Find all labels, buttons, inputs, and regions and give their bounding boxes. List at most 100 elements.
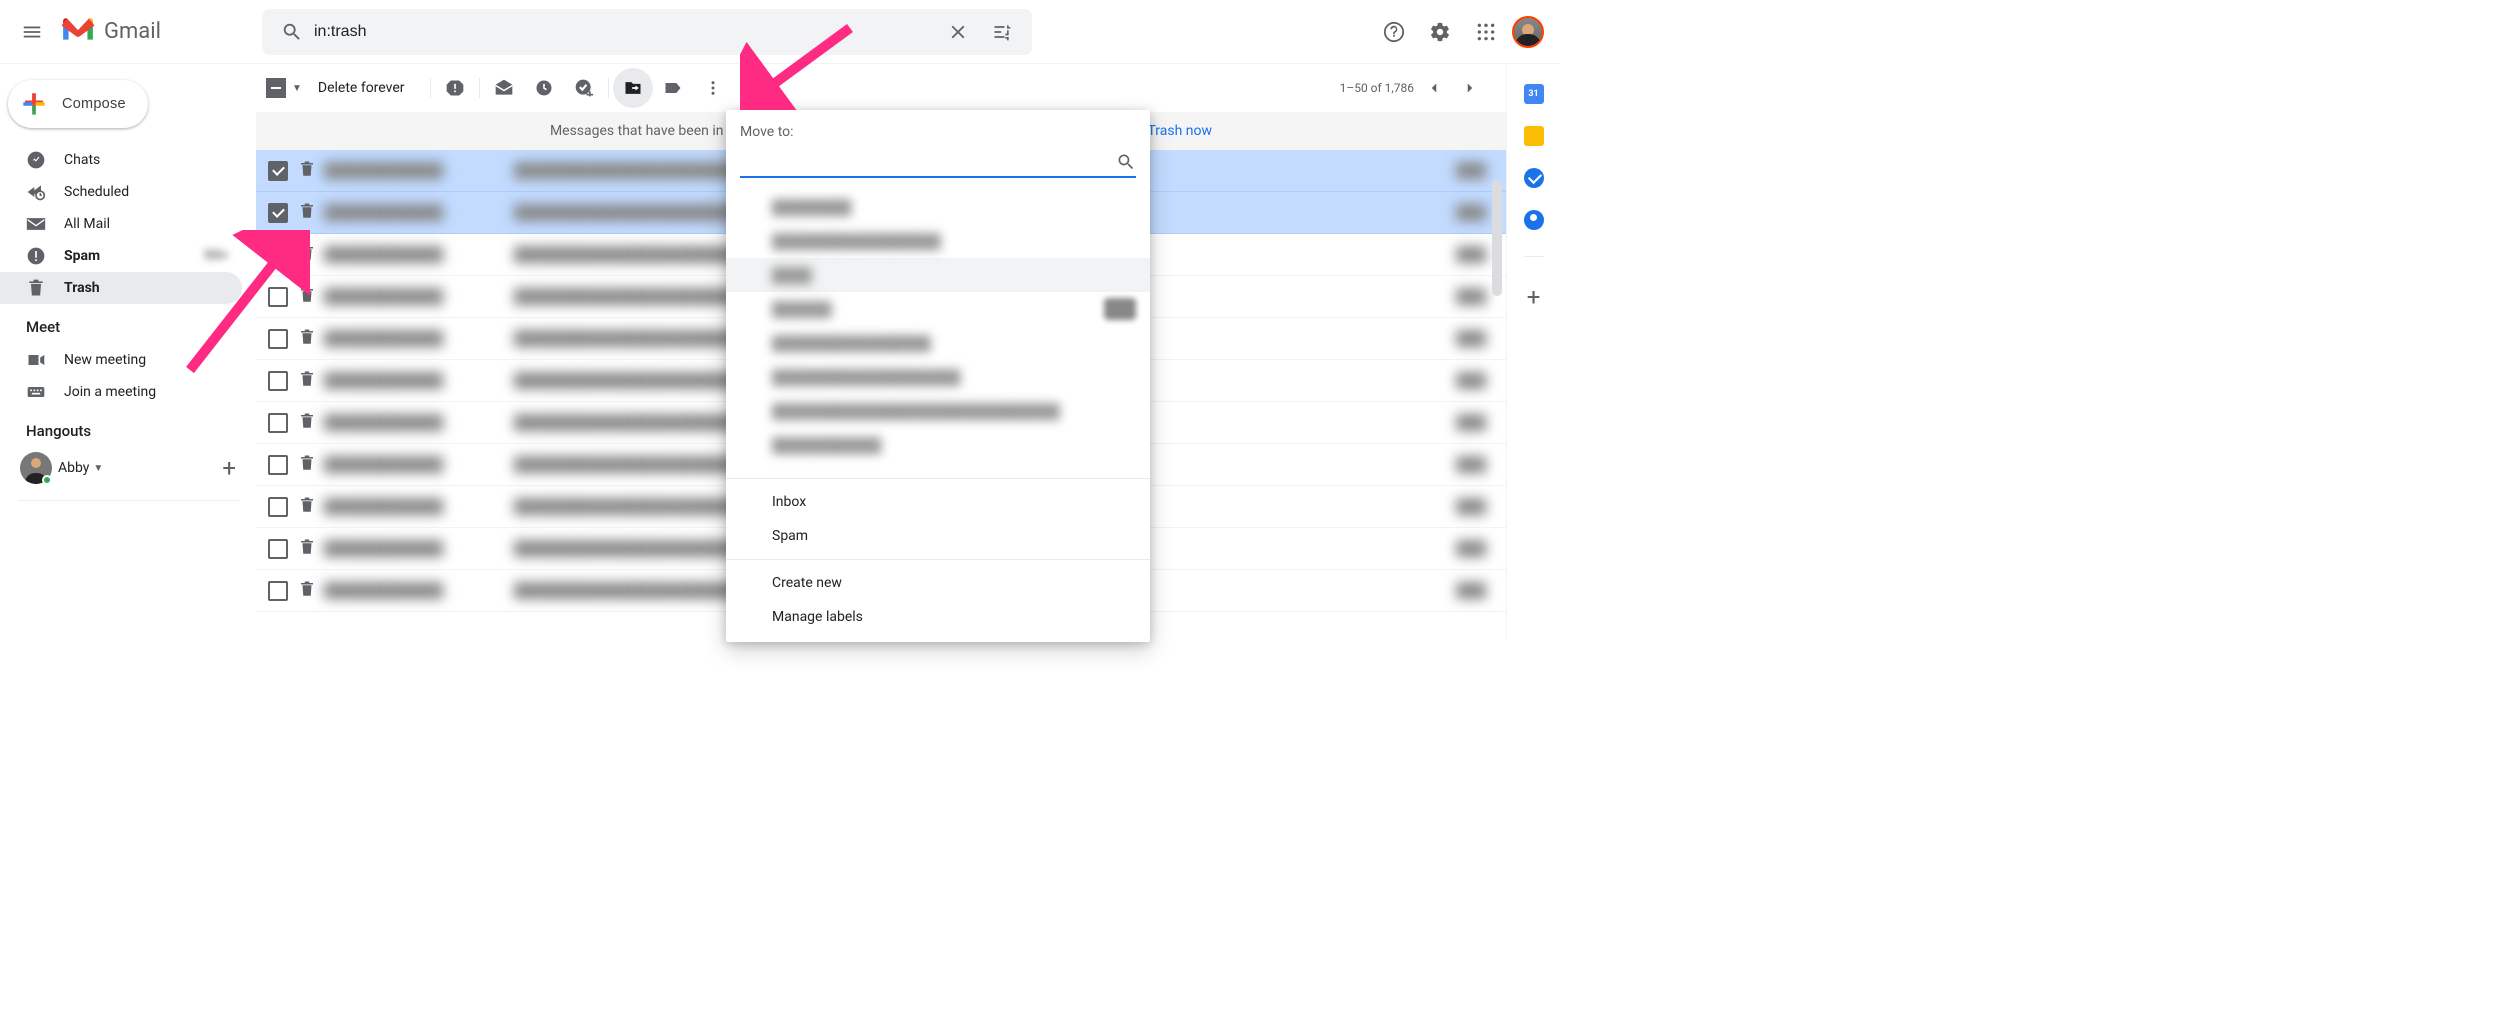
calendar-addon-icon[interactable] [1524,84,1544,104]
sidebar-label: New meeting [64,352,146,368]
search-clear-icon[interactable] [936,10,980,54]
sidebar-item-newmeeting[interactable]: New meeting [0,344,242,376]
page-prev-button[interactable] [1418,72,1450,104]
popup-create-new[interactable]: Create new [726,566,1150,600]
popup-manage-labels[interactable]: Manage labels [726,600,1150,634]
popup-label-item[interactable]: ██████ [726,292,1150,326]
labels-icon[interactable] [653,68,693,108]
row-checkbox[interactable] [268,245,288,265]
select-all-checkbox[interactable]: ▼ [266,78,302,98]
popup-spam[interactable]: Spam [726,519,1150,553]
search-options-icon[interactable] [980,10,1024,54]
delete-forever-button[interactable]: Delete forever [318,80,405,96]
popup-inbox[interactable]: Inbox [726,485,1150,519]
sidebar-item-chats[interactable]: Chats [0,144,242,176]
new-hangout-button[interactable]: + [222,454,236,482]
meet-section-title: Meet [0,304,256,344]
trash-icon [298,454,316,476]
more-icon[interactable] [693,68,733,108]
row-checkbox[interactable] [268,539,288,559]
trash-icon [298,370,316,392]
search-input[interactable] [314,23,936,41]
settings-icon[interactable] [1420,12,1460,52]
add-to-tasks-icon[interactable] [564,68,604,108]
sidebar-label: All Mail [64,216,110,232]
row-checkbox[interactable] [268,497,288,517]
popup-search[interactable] [740,148,1136,178]
popup-search-input[interactable] [740,154,1116,170]
caret-down-icon[interactable]: ▼ [93,463,103,474]
sidebar-item-scheduled[interactable]: Scheduled [0,176,242,208]
sidebar-item-spam[interactable]: Spam 99+ [0,240,242,272]
search-bar[interactable] [262,9,1032,55]
sidebar-item-trash[interactable]: Trash [0,272,242,304]
row-sender: ████████████ [324,204,514,221]
trash-icon [298,496,316,518]
row-checkbox[interactable] [268,371,288,391]
chats-icon [26,150,46,170]
row-sender: ████████████ [324,162,514,179]
popup-label-item[interactable]: ███████████ [726,428,1150,462]
popup-label-item[interactable]: ████ [726,258,1150,292]
keyboard-icon [26,382,46,402]
move-to-popup: Move to: ████████ █████████████████ ████… [726,110,1150,642]
row-checkbox[interactable] [268,413,288,433]
trash-icon [298,160,316,182]
search-icon[interactable] [270,10,314,54]
keep-addon-icon[interactable] [1524,126,1544,146]
row-checkbox[interactable] [268,581,288,601]
move-to-icon[interactable] [613,68,653,108]
apps-icon[interactable] [1466,12,1506,52]
empty-trash-link[interactable]: Trash now [1147,123,1212,139]
popup-title: Move to: [726,110,1150,148]
row-date: ███ [1450,414,1506,431]
popup-label-item[interactable]: ████████████████ [726,326,1150,360]
popup-label-item[interactable]: █████████████████████████████ [726,394,1150,428]
get-addons-button[interactable]: + [1527,283,1541,311]
row-sender: ████████████ [324,582,514,599]
row-sender: ████████████ [324,414,514,431]
banner-text: Messages that have been in [550,123,724,139]
row-sender: ████████████ [324,288,514,305]
trash-icon [298,244,316,266]
account-avatar[interactable] [1512,16,1544,48]
pagination: 1–50 of 1,786 [1340,72,1486,104]
row-sender: ████████████ [324,456,514,473]
mark-read-icon[interactable] [484,68,524,108]
row-date: ███ [1450,330,1506,347]
row-sender: ████████████ [324,246,514,263]
contacts-addon-icon[interactable] [1524,210,1544,230]
trash-icon [298,580,316,602]
snooze-icon[interactable] [524,68,564,108]
sidebar-label: Trash [64,280,100,296]
report-spam-icon[interactable] [435,68,475,108]
tasks-addon-icon[interactable] [1524,168,1544,188]
support-icon[interactable] [1374,12,1414,52]
sidebar: Compose Chats Scheduled All Mail Spam [0,64,256,640]
compose-button[interactable]: Compose [8,80,148,128]
row-checkbox[interactable] [268,287,288,307]
row-checkbox[interactable] [268,161,288,181]
page-range: 1–50 of 1,786 [1340,81,1414,95]
row-sender: ████████████ [324,540,514,557]
row-checkbox[interactable] [268,455,288,475]
page-next-button[interactable] [1454,72,1486,104]
hangouts-user[interactable]: Abby ▼ + [0,452,256,484]
row-date: ███ [1450,456,1506,473]
hangouts-section-title: Hangouts [0,408,256,448]
trash-icon [298,412,316,434]
divider [18,500,240,501]
row-checkbox[interactable] [268,203,288,223]
popup-label-item[interactable]: ████████ [726,190,1150,224]
row-date: ███ [1450,582,1506,599]
main-menu-button[interactable] [8,8,56,56]
chevron-down-icon[interactable]: ▼ [292,83,302,94]
sidebar-item-joinmeeting[interactable]: Join a meeting [0,376,242,408]
sidebar-label: Scheduled [64,184,129,200]
popup-label-item[interactable]: ███████████████████ [726,360,1150,394]
popup-label-item[interactable]: █████████████████ [726,224,1150,258]
sidebar-item-allmail[interactable]: All Mail [0,208,242,240]
row-checkbox[interactable] [268,329,288,349]
separator [608,78,609,98]
scrollbar-thumb[interactable] [1492,180,1502,296]
